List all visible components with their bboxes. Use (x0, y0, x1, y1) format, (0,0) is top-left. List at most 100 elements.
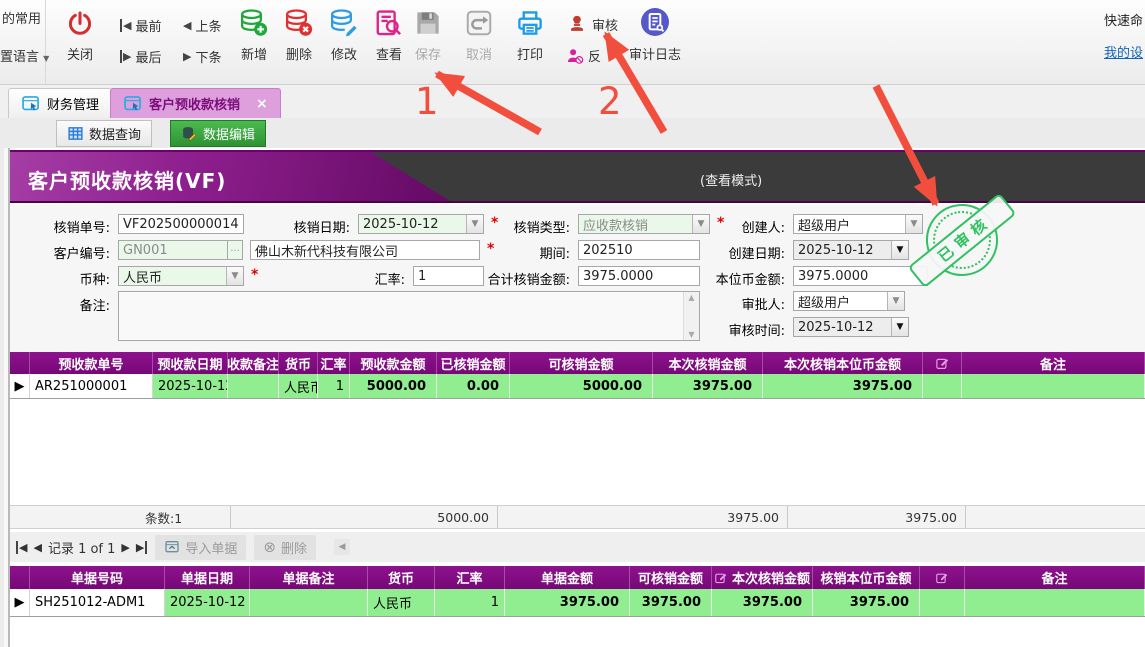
customer-name-field[interactable]: 佛山木新代科技有限公司 (250, 240, 480, 260)
prepayment-row[interactable]: ▶ AR251000001 2025-10-12 人民币 1 5000.00 0… (10, 374, 1145, 399)
tab-close-icon[interactable]: × (256, 96, 268, 112)
tab-data-query[interactable]: 数据查询 (56, 120, 152, 147)
cell-currency[interactable]: 人民币 (279, 374, 318, 398)
cell-rate[interactable]: 1 (435, 589, 505, 616)
cell-doc-no[interactable]: AR251000001 (30, 374, 153, 398)
chevron-down-icon[interactable]: ▼ (891, 241, 908, 259)
audit-time-combo[interactable]: 2025-10-12 ▼ (793, 317, 909, 337)
writeoff-date-combo[interactable]: 2025-10-12 ▼ (358, 214, 484, 234)
cell-this-base[interactable]: 3975.00 (813, 589, 920, 616)
col-header[interactable]: 收款备注 (228, 352, 279, 374)
tab-data-edit[interactable]: 数据编辑 (170, 120, 266, 147)
document-grid-header: 单据号码 单据日期 单据备注 货币 汇率 单据金额 可核销金额 本次核销金额 核… (10, 566, 1145, 589)
cell-remark[interactable] (250, 589, 368, 616)
cell-doc-no[interactable]: SH251012-ADM1 (30, 589, 165, 616)
col-header[interactable]: 本次核销金额 (712, 566, 813, 589)
last-record-button[interactable]: ▶最后 (120, 47, 161, 66)
close-button[interactable]: 关闭 (58, 10, 102, 63)
col-header[interactable]: 核销本位币金额 (813, 566, 920, 589)
my-settings-link[interactable]: 我的设 (1104, 42, 1145, 61)
cell-remark[interactable] (228, 374, 279, 398)
import-documents-button[interactable]: 导入单据 (155, 535, 246, 560)
language-dropdown-arrow[interactable]: ▼ (43, 54, 49, 63)
col-header[interactable]: 货币 (368, 566, 435, 589)
last-icon: ▶ (120, 50, 131, 63)
tab-customer-prepayment-writeoff[interactable]: 客户预收款核销 × (110, 88, 281, 118)
cell-this-amount[interactable]: 3975.00 (653, 374, 763, 398)
cell-rate[interactable]: 1 (318, 374, 350, 398)
print-button[interactable]: 打印 (508, 8, 552, 63)
hscroll-left-icon[interactable]: ◀ (334, 539, 350, 555)
chevron-down-icon[interactable]: ▼ (891, 318, 908, 336)
writeoff-no-field[interactable]: VF202500000014 (118, 214, 244, 234)
customer-lookup-button[interactable]: ... (228, 240, 243, 260)
cell-this-base[interactable]: 3975.00 (763, 374, 923, 398)
col-header[interactable]: 本次核销金额 (653, 352, 763, 374)
cell-amount[interactable]: 3975.00 (505, 589, 630, 616)
col-header[interactable]: 预收款单号 (30, 352, 153, 374)
writeoff-type-combo[interactable]: 应收款核销 ▼ (578, 214, 710, 234)
cell-note[interactable] (965, 589, 1145, 616)
nav-prev-icon[interactable]: ◀ (33, 541, 41, 554)
col-header[interactable]: 可核销金额 (510, 352, 653, 374)
col-header[interactable]: 备注 (965, 566, 1145, 589)
audit-log-button[interactable]: 审计日志 (622, 6, 688, 63)
col-header[interactable]: 单据金额 (505, 566, 630, 589)
col-header[interactable]: 单据日期 (165, 566, 250, 589)
delete-detail-button[interactable]: ⊗ 删除 (254, 535, 316, 560)
currency-combo[interactable]: 人民币 ▼ (118, 266, 244, 286)
col-header[interactable]: 货币 (279, 352, 318, 374)
customer-no-field[interactable]: GN001 (118, 240, 228, 260)
cell-this-amount[interactable]: 3975.00 (712, 589, 813, 616)
cell-date[interactable]: 2025-10-12 (165, 589, 250, 616)
modify-button[interactable]: 修改 (322, 8, 366, 63)
chevron-down-icon[interactable]: ▼ (905, 215, 922, 233)
writeoff-type-label: 核销类型: (480, 217, 570, 236)
col-header[interactable]: 预收款日期 (153, 352, 228, 374)
unaudit-button[interactable]: 反 (566, 46, 601, 65)
cancel-button[interactable]: 取消 (457, 8, 501, 63)
cell-currency[interactable]: 人民币 (368, 589, 435, 616)
audit-button[interactable]: 审核 (566, 13, 618, 35)
view-button[interactable]: 查看 (367, 8, 411, 63)
save-button[interactable]: 保存 (406, 8, 450, 63)
power-icon (66, 10, 94, 38)
circle-x-icon: ⊗ (263, 538, 276, 556)
nav-next-icon[interactable]: ▶ (121, 541, 129, 554)
col-header[interactable]: 汇率 (318, 352, 350, 374)
cell-date[interactable]: 2025-10-12 (153, 374, 228, 398)
chevron-down-icon[interactable]: ▼ (226, 267, 243, 285)
approver-combo[interactable]: 超级用户 ▼ (793, 291, 905, 311)
cell-written-off[interactable]: 0.00 (437, 374, 510, 398)
nav-first-icon[interactable]: ◀ (16, 541, 27, 554)
edit-column-icon (714, 571, 728, 585)
chevron-down-icon[interactable]: ▼ (887, 292, 904, 310)
col-header[interactable]: 预收款金额 (350, 352, 437, 374)
cell-available[interactable]: 3975.00 (630, 589, 712, 616)
cell-amount[interactable]: 5000.00 (350, 374, 437, 398)
add-button[interactable]: 新增 (232, 8, 276, 63)
tab-finance-management[interactable]: 财务管理 (8, 88, 112, 118)
base-amount-field[interactable]: 3975.0000 (793, 266, 928, 286)
first-record-button[interactable]: ◀最前 (120, 16, 161, 35)
creator-label: 创建人: (695, 217, 785, 236)
create-date-combo[interactable]: 2025-10-12 ▼ (793, 240, 909, 260)
col-header[interactable]: 备注 (962, 352, 1145, 374)
col-header[interactable]: 单据号码 (30, 566, 165, 589)
period-field[interactable]: 202510 (578, 240, 700, 260)
col-header[interactable]: 可核销金额 (630, 566, 712, 589)
col-header[interactable]: 已核销金额 (437, 352, 510, 374)
total-writeoff-field[interactable]: 3975.0000 (578, 266, 700, 286)
remark-textarea[interactable]: ▲ ▼ (118, 291, 700, 341)
cell-note[interactable] (962, 374, 1145, 398)
col-header[interactable]: 汇率 (435, 566, 505, 589)
next-record-button[interactable]: ▶下条 (183, 47, 221, 66)
document-row[interactable]: ▶ SH251012-ADM1 2025-10-12 人民币 1 3975.00… (10, 589, 1145, 617)
delete-button[interactable]: 删除 (277, 8, 321, 63)
cell-available[interactable]: 5000.00 (510, 374, 653, 398)
col-header[interactable]: 本次核销本位币金额 (763, 352, 923, 374)
col-header[interactable]: 单据备注 (250, 566, 368, 589)
creator-combo[interactable]: 超级用户 ▼ (793, 214, 923, 234)
nav-last-icon[interactable]: ▶ (136, 541, 147, 554)
prev-record-button[interactable]: ◀上条 (183, 16, 221, 35)
